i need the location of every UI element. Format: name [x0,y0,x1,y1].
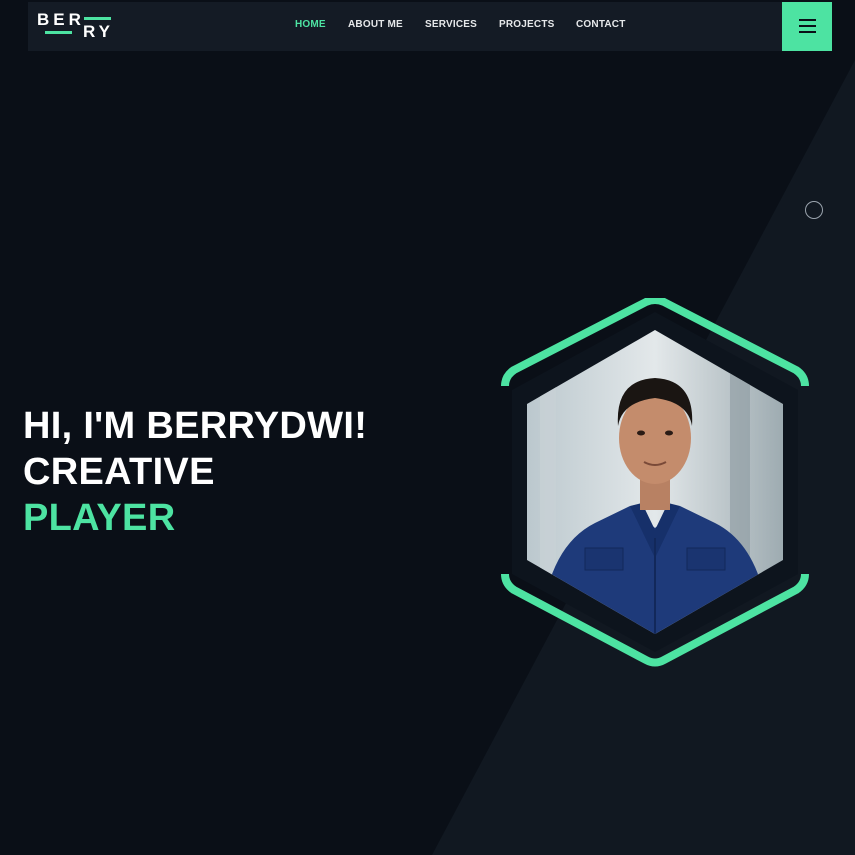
scroll-circle-icon[interactable] [805,201,823,219]
hero-subtitle: CREATIVE [23,451,215,493]
hamburger-menu-icon [799,19,816,21]
nav-item-projects[interactable]: PROJECTS [499,19,555,30]
nav-menu: HOME ABOUT ME SERVICES PROJECTS CONTACT [28,2,832,51]
nav-item-contact[interactable]: CONTACT [576,19,626,30]
hero-highlight: PLAYER [23,497,176,539]
menu-toggle-button[interactable] [782,2,832,51]
top-navbar: BER RY HOME ABOUT ME SERVICES PROJECTS C… [28,2,832,51]
hero-greeting: HI, I'M BERRYDWI! [23,405,368,447]
nav-item-services[interactable]: SERVICES [425,19,477,30]
hamburger-menu-icon [799,31,816,33]
hamburger-menu-icon [799,25,816,27]
nav-item-home[interactable]: HOME [295,19,326,30]
hexagon-portrait [501,298,809,667]
nav-item-about-me[interactable]: ABOUT ME [348,19,403,30]
